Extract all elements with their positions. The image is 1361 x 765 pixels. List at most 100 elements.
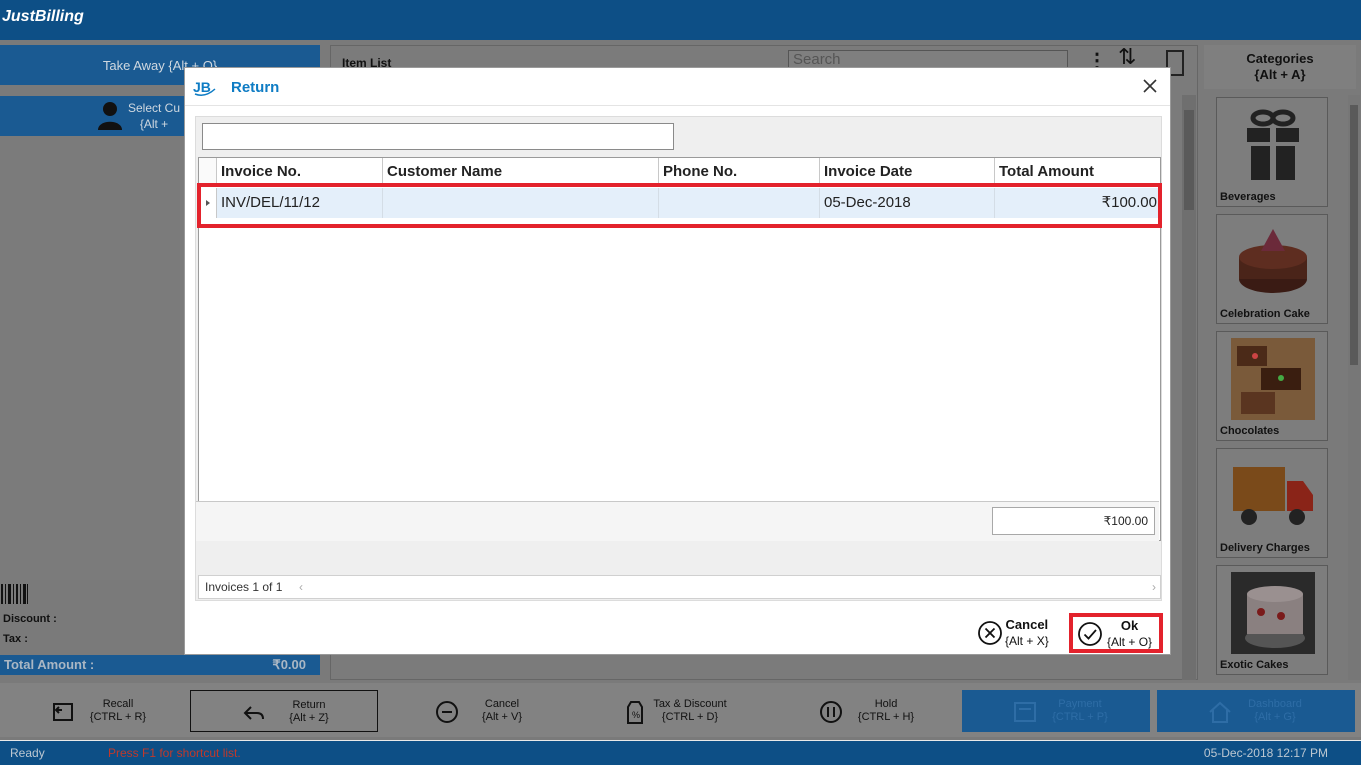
dashboard-shortcut: {Alt + G} xyxy=(1254,711,1296,723)
app-header xyxy=(0,0,1361,40)
check-circle-icon xyxy=(1078,622,1102,646)
dialog-body: Invoice No. Customer Name Phone No. Invo… xyxy=(195,116,1162,601)
close-icon[interactable] xyxy=(1140,76,1160,96)
pause-icon xyxy=(820,701,842,723)
cancel-button[interactable]: Cancel {Alt + X} xyxy=(973,614,1059,652)
recall-shortcut: {CTRL + R} xyxy=(89,711,147,723)
pager-text: Invoices 1 of 1 xyxy=(205,580,283,594)
categories-label: Categories xyxy=(1246,51,1314,66)
cell-invoice-date[interactable]: 05-Dec-2018 xyxy=(820,188,995,218)
recall-button[interactable]: Recall {CTRL + R} xyxy=(0,690,188,732)
payment-shortcut: {CTRL + P} xyxy=(1052,711,1108,723)
invoice-filter-input[interactable] xyxy=(202,123,674,150)
item-list-scrollbar[interactable] xyxy=(1182,95,1196,680)
table-row[interactable]: INV/DEL/11/12 05-Dec-2018 ₹100.00 xyxy=(199,188,1160,218)
column-header-invoice-no[interactable]: Invoice No. xyxy=(217,158,383,185)
cell-invoice-no[interactable]: INV/DEL/11/12 xyxy=(217,188,383,218)
total-amount-bar: Total Amount : ₹0.00 xyxy=(0,655,320,675)
cake-image xyxy=(1239,229,1307,293)
cancel-label: Cancel xyxy=(1005,617,1049,632)
cell-total-amount[interactable]: ₹100.00 xyxy=(995,188,1160,218)
hold-label: Hold xyxy=(874,698,898,710)
discount-label: Discount : xyxy=(3,613,57,625)
total-amount-summary: ₹100.00 xyxy=(992,507,1155,535)
ok-button[interactable]: Ok {Alt + O} xyxy=(1069,613,1163,653)
status-datetime: 05-Dec-2018 12:17 PM xyxy=(1203,746,1328,760)
return-dialog: JB Return Invoice No. Customer Name Phon… xyxy=(184,67,1171,655)
scroll-left-icon[interactable]: ‹ xyxy=(299,580,303,594)
category-card-delivery-charges[interactable]: Delivery Charges xyxy=(1216,448,1328,558)
ok-label: Ok xyxy=(1120,618,1139,633)
grid-summary-footer: ₹100.00 xyxy=(196,501,1159,541)
recall-label: Recall xyxy=(102,698,134,710)
ok-shortcut: {Alt + O} xyxy=(1107,635,1153,649)
truck-icon xyxy=(1233,467,1313,525)
category-card-chocolates[interactable]: Chocolates xyxy=(1216,331,1328,441)
jb-logo-icon: JB xyxy=(193,79,216,96)
payment-label: Payment xyxy=(1058,698,1102,710)
column-header-phone-no[interactable]: Phone No. xyxy=(659,158,820,185)
tax-label: Tax : xyxy=(3,633,28,645)
category-card-beverages[interactable]: Beverages xyxy=(1216,97,1328,207)
grid-header: Invoice No. Customer Name Phone No. Invo… xyxy=(199,158,1160,186)
cancel-order-label: Cancel xyxy=(484,698,520,710)
column-header-invoice-date[interactable]: Invoice Date xyxy=(820,158,995,185)
return-icon xyxy=(243,706,264,720)
dashboard-button[interactable]: Dashboard {Alt + G} xyxy=(1157,690,1355,732)
svg-text:JB: JB xyxy=(193,79,211,95)
row-selector[interactable] xyxy=(199,188,217,218)
app-logo: JustBilling xyxy=(2,8,84,25)
category-card-celebration-cake[interactable]: Celebration Cake xyxy=(1216,214,1328,324)
column-header-customer-name[interactable]: Customer Name xyxy=(383,158,659,185)
category-card-exotic-cakes[interactable]: Exotic Cakes xyxy=(1216,565,1328,675)
categories-scrollbar[interactable] xyxy=(1348,95,1360,680)
category-name: Delivery Charges xyxy=(1220,542,1310,554)
cancel-order-button[interactable]: Cancel {Alt + V} xyxy=(384,690,572,732)
categories-header[interactable]: Categories {Alt + A} xyxy=(1204,45,1356,89)
cancel-order-shortcut: {Alt + V} xyxy=(481,711,523,723)
payment-icon xyxy=(1014,702,1036,722)
row-header-gutter xyxy=(199,158,217,185)
barcode-icon[interactable] xyxy=(0,582,30,606)
cancel-circle-icon xyxy=(978,621,1002,645)
cell-customer-name[interactable] xyxy=(383,188,659,218)
category-name: Celebration Cake xyxy=(1220,308,1310,320)
tax-discount-button[interactable]: % Tax & Discount {CTRL + D} xyxy=(572,690,760,732)
total-amount-value: ₹0.00 xyxy=(272,657,306,672)
select-customer-shortcut: {Alt + xyxy=(139,117,169,131)
cake-image xyxy=(1231,572,1315,654)
pager-bar: Invoices 1 of 1 ‹ › xyxy=(198,575,1161,599)
cancel-shortcut: {Alt + X} xyxy=(1005,634,1049,648)
categories-shortcut: {Alt + A} xyxy=(1254,67,1306,82)
chocolate-image xyxy=(1231,338,1315,420)
row-pointer-icon xyxy=(206,200,210,206)
home-icon xyxy=(1209,701,1231,723)
column-header-total-amount[interactable]: Total Amount xyxy=(995,158,1160,185)
return-label: Return xyxy=(292,699,326,711)
category-name: Chocolates xyxy=(1220,425,1280,437)
gift-icon xyxy=(1247,109,1299,180)
payment-button[interactable]: Payment {CTRL + P} xyxy=(962,690,1150,732)
invoice-grid: Invoice No. Customer Name Phone No. Invo… xyxy=(198,157,1161,541)
status-hint: Press F1 for shortcut list. xyxy=(108,746,241,760)
hold-shortcut: {CTRL + H} xyxy=(857,711,915,723)
person-icon xyxy=(98,102,122,130)
tax-discount-shortcut: {CTRL + D} xyxy=(661,711,719,723)
category-name: Beverages xyxy=(1220,191,1276,203)
recall-icon xyxy=(53,703,73,721)
total-amount-label: Total Amount : xyxy=(4,657,95,672)
minus-circle-icon xyxy=(436,701,458,723)
dialog-footer: Cancel {Alt + X} Ok {Alt + O} xyxy=(185,608,1170,656)
category-name: Exotic Cakes xyxy=(1220,659,1289,671)
cell-phone-no[interactable] xyxy=(659,188,820,218)
return-shortcut: {Alt + Z} xyxy=(289,712,329,724)
dialog-title: Return xyxy=(231,79,280,96)
dialog-titlebar: JB Return xyxy=(185,68,1170,106)
status-ready: Ready xyxy=(10,746,45,760)
scroll-right-icon[interactable]: › xyxy=(1152,580,1156,594)
tax-discount-label: Tax & Discount xyxy=(653,698,727,710)
select-customer-label: Select Cu xyxy=(128,101,181,115)
dashboard-label: Dashboard xyxy=(1248,698,1302,710)
hold-button[interactable]: Hold {CTRL + H} xyxy=(768,690,956,732)
return-button[interactable]: Return {Alt + Z} xyxy=(190,690,378,732)
